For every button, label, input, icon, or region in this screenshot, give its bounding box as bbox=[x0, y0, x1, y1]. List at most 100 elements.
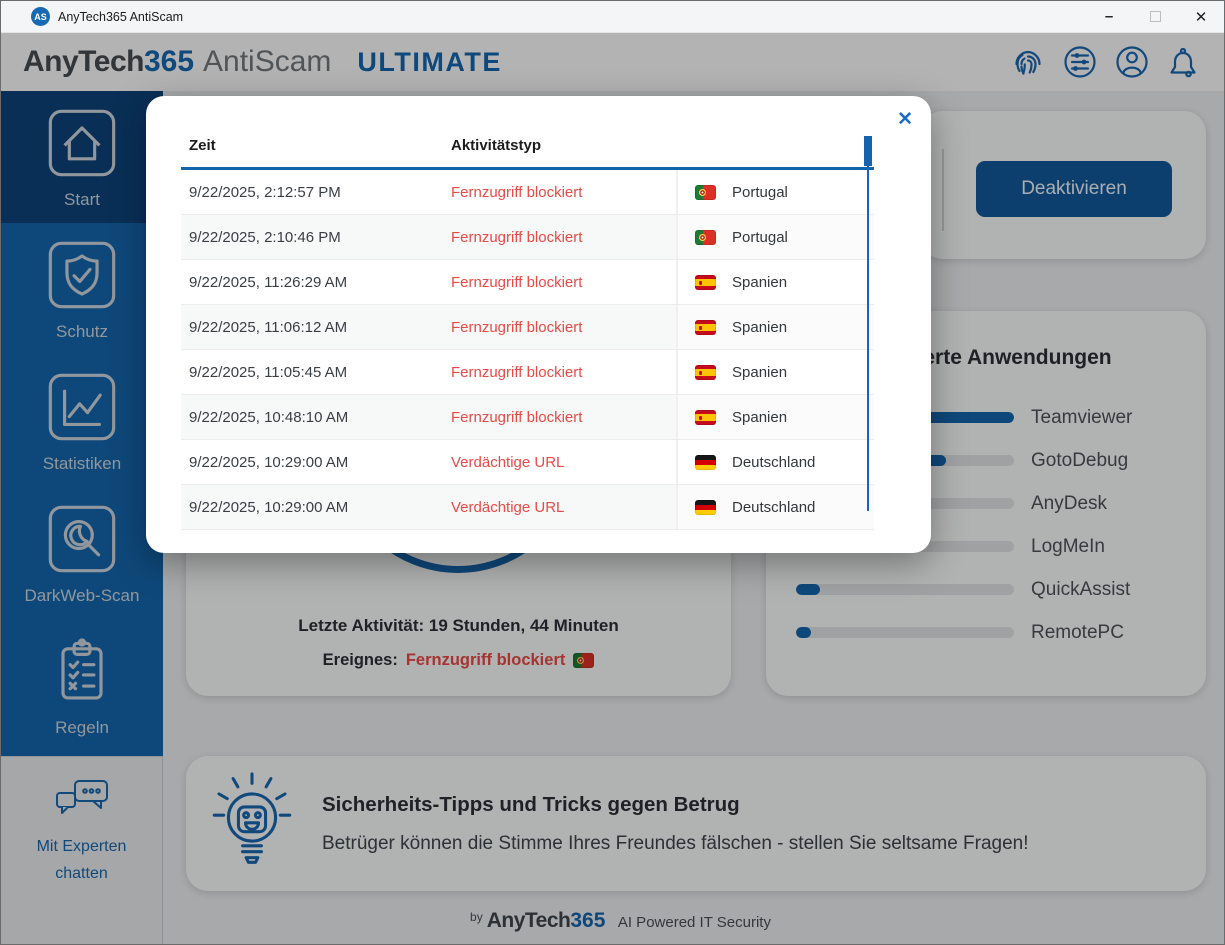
cell-country: Spanien bbox=[676, 260, 874, 304]
cell-activity: Fernzugriff blockiert bbox=[451, 364, 676, 381]
brand-365: 365 bbox=[144, 45, 194, 79]
cell-time: 9/22/2025, 10:29:00 AM bbox=[181, 499, 451, 516]
sidebar-item-label: Start bbox=[64, 190, 100, 210]
maximize-button[interactable] bbox=[1132, 1, 1178, 32]
sidebar-item-chat-experts[interactable]: Mit Experten chatten bbox=[1, 756, 163, 945]
app-name: AnyDesk bbox=[1031, 493, 1107, 515]
rules-checklist-icon bbox=[44, 633, 120, 709]
sidebar-item-statistiken[interactable]: Statistiken bbox=[1, 355, 163, 487]
line-chart-icon bbox=[44, 369, 120, 445]
cell-country: Portugal bbox=[676, 170, 874, 214]
app-name: LogMeIn bbox=[1031, 536, 1105, 558]
notifications-bell-icon[interactable] bbox=[1166, 44, 1202, 80]
column-header-time: Zeit bbox=[181, 137, 451, 154]
cell-time: 9/22/2025, 11:26:29 AM bbox=[181, 274, 451, 291]
app-body: AnyTech365 AntiScam ULTIMATE bbox=[1, 33, 1224, 945]
cell-time: 9/22/2025, 10:29:00 AM bbox=[181, 454, 451, 471]
cell-activity: Verdächtige URL bbox=[451, 454, 676, 471]
cell-activity: Fernzugriff blockiert bbox=[451, 409, 676, 426]
sidebar-item-label: Mit Experten chatten bbox=[37, 833, 127, 887]
tips-body: Betrüger können die Stimme Ihres Freunde… bbox=[322, 833, 1029, 855]
account-icon[interactable] bbox=[1114, 44, 1150, 80]
home-icon bbox=[44, 105, 120, 181]
cell-time: 9/22/2025, 2:10:46 PM bbox=[181, 229, 451, 246]
country-flag-icon bbox=[695, 275, 716, 290]
scrollbar-thumb[interactable] bbox=[864, 136, 872, 166]
event-label: Ereignes: bbox=[323, 651, 398, 670]
activity-table: Zeit Aktivitätstyp 9/22/2025, 2:12:57 PM… bbox=[181, 124, 874, 530]
window-title: AnyTech365 AntiScam bbox=[58, 10, 183, 24]
app-name: QuickAssist bbox=[1031, 579, 1130, 601]
portugal-flag-icon bbox=[573, 653, 594, 668]
scrollbar-track[interactable] bbox=[867, 136, 869, 511]
titlebar: AS AnyTech365 AntiScam – ✕ bbox=[1, 1, 1224, 33]
app-usage-slider[interactable] bbox=[796, 627, 1014, 638]
slider-fill bbox=[796, 584, 820, 595]
app-row: RemotePC bbox=[766, 611, 1206, 654]
sidebar-item-start[interactable]: Start bbox=[1, 91, 163, 223]
fingerprint-icon[interactable] bbox=[1010, 44, 1046, 80]
cell-country: Spanien bbox=[676, 395, 874, 439]
cell-activity: Fernzugriff blockiert bbox=[451, 229, 676, 246]
country-name: Deutschland bbox=[732, 499, 815, 516]
footer-tagline: AI Powered IT Security bbox=[618, 914, 771, 931]
cell-activity: Fernzugriff blockiert bbox=[451, 184, 676, 201]
sidebar-item-darkweb-scan[interactable]: DarkWeb-Scan bbox=[1, 487, 163, 619]
country-name: Spanien bbox=[732, 274, 787, 291]
app-name: GotoDebug bbox=[1031, 450, 1128, 472]
app-name: RemotePC bbox=[1031, 622, 1124, 644]
window-controls: – ✕ bbox=[1086, 1, 1224, 32]
table-row: 9/22/2025, 10:29:00 AM Verdächtige URL D… bbox=[181, 485, 874, 530]
footer-365: 365 bbox=[570, 909, 605, 932]
activity-log-modal: ✕ Zeit Aktivitätstyp 9/22/2025, 2:12:57 … bbox=[146, 96, 931, 553]
chat-label-line1: Mit Experten bbox=[37, 833, 127, 860]
table-row: 9/22/2025, 11:26:29 AM Fernzugriff block… bbox=[181, 260, 874, 305]
sidebar-item-schutz[interactable]: Schutz bbox=[1, 223, 163, 355]
brand-anytech: AnyTech bbox=[23, 45, 144, 79]
settings-sliders-icon[interactable] bbox=[1062, 44, 1098, 80]
brand-logo: AnyTech365 AntiScam ULTIMATE bbox=[23, 45, 502, 79]
deactivate-button[interactable]: Deaktivieren bbox=[976, 161, 1172, 217]
country-flag-icon bbox=[695, 185, 716, 200]
app-row: QuickAssist bbox=[766, 568, 1206, 611]
minimize-button[interactable]: – bbox=[1086, 1, 1132, 32]
header-icons bbox=[1010, 44, 1202, 80]
footer-by: by bbox=[470, 910, 483, 924]
event-line: Ereignes: Fernzugriff blockiert bbox=[186, 651, 731, 670]
country-flag-icon bbox=[695, 500, 716, 515]
country-flag-icon bbox=[695, 365, 716, 380]
sidebar-item-label: Statistiken bbox=[43, 454, 121, 474]
cell-activity: Verdächtige URL bbox=[451, 499, 676, 516]
footer-anytech: AnyTech bbox=[487, 909, 571, 932]
tips-card: Sicherheits-Tipps und Tricks gegen Betru… bbox=[186, 756, 1206, 891]
cell-country: Spanien bbox=[676, 350, 874, 394]
table-row: 9/22/2025, 11:05:45 AM Fernzugriff block… bbox=[181, 350, 874, 395]
app-usage-slider[interactable] bbox=[796, 584, 1014, 595]
cell-activity: Fernzugriff blockiert bbox=[451, 319, 676, 336]
cell-country: Portugal bbox=[676, 215, 874, 259]
country-name: Spanien bbox=[732, 319, 787, 336]
app-badge-icon: AS bbox=[31, 7, 50, 26]
column-header-activity: Aktivitätstyp bbox=[451, 137, 874, 154]
cell-time: 9/22/2025, 11:06:12 AM bbox=[181, 319, 451, 336]
last-activity-text: Letzte Aktivität: 19 Stunden, 44 Minuten bbox=[186, 616, 731, 636]
cell-activity: Fernzugriff blockiert bbox=[451, 274, 676, 291]
event-value: Fernzugriff blockiert bbox=[406, 651, 566, 670]
close-modal-button[interactable]: ✕ bbox=[897, 110, 913, 129]
sidebar-item-label: Regeln bbox=[55, 718, 109, 738]
country-name: Spanien bbox=[732, 409, 787, 426]
country-name: Deutschland bbox=[732, 454, 815, 471]
sidebar-item-label: Schutz bbox=[56, 322, 108, 342]
country-flag-icon bbox=[695, 410, 716, 425]
cell-country: Deutschland bbox=[676, 440, 874, 484]
chat-bubbles-icon bbox=[51, 777, 113, 825]
close-window-button[interactable]: ✕ bbox=[1178, 1, 1224, 32]
cell-time: 9/22/2025, 10:48:10 AM bbox=[181, 409, 451, 426]
cell-time: 9/22/2025, 2:12:57 PM bbox=[181, 184, 451, 201]
table-row: 9/22/2025, 10:48:10 AM Fernzugriff block… bbox=[181, 395, 874, 440]
cell-country: Spanien bbox=[676, 305, 874, 349]
table-row: 9/22/2025, 10:29:00 AM Verdächtige URL D… bbox=[181, 440, 874, 485]
table-row: 9/22/2025, 2:12:57 PM Fernzugriff blocki… bbox=[181, 170, 874, 215]
tips-title: Sicherheits-Tipps und Tricks gegen Betru… bbox=[322, 793, 1029, 817]
sidebar-item-regeln[interactable]: Regeln bbox=[1, 619, 163, 751]
